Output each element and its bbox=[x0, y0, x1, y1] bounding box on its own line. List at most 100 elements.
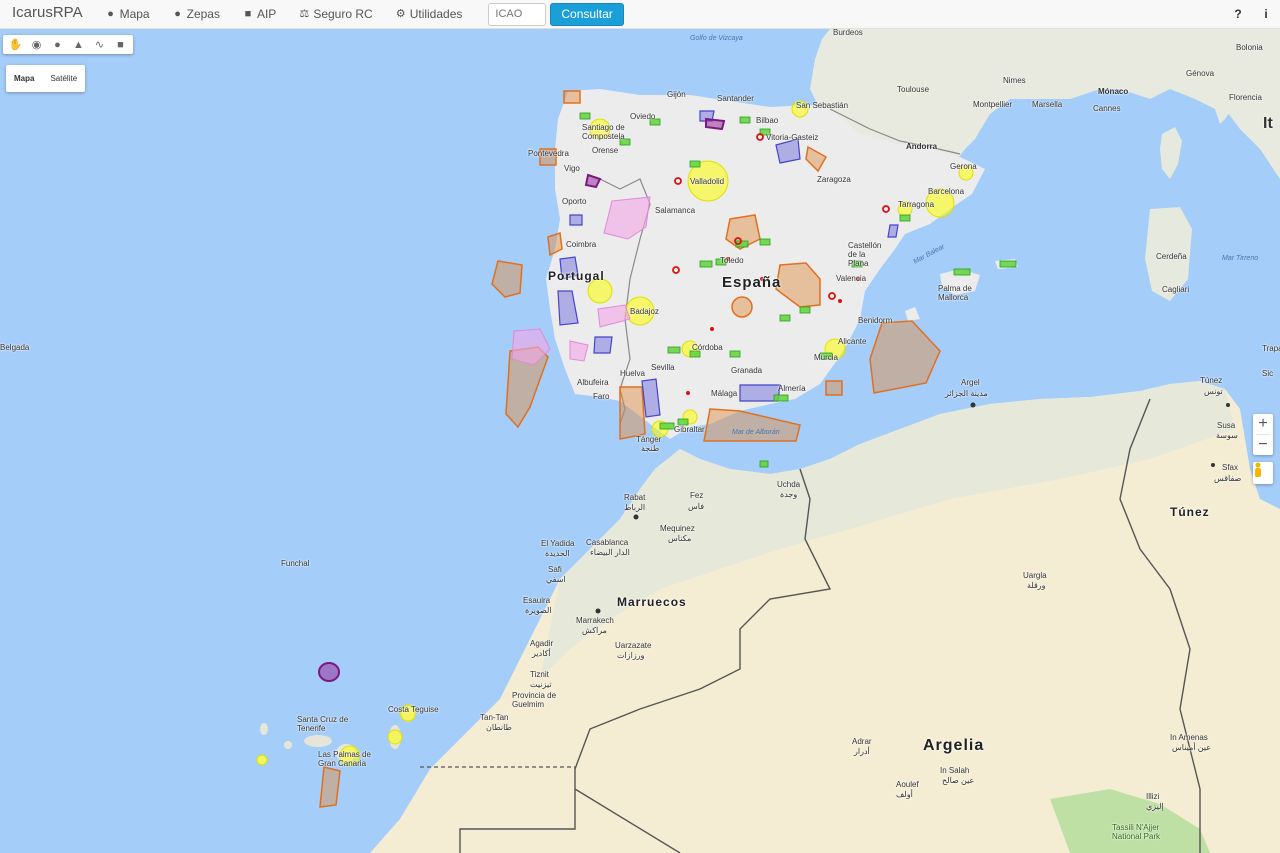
label-agadir: Agadir bbox=[530, 639, 554, 648]
label-santa-cruz: Santa Cruz de Tenerife bbox=[297, 715, 349, 733]
label-montpellier: Montpellier bbox=[973, 100, 1013, 109]
map-marker-icon: ● bbox=[174, 8, 181, 20]
label-aoulef-ar: أولف bbox=[896, 790, 913, 799]
label-cerdena: Cerdeña bbox=[1156, 252, 1187, 261]
nav-zepas[interactable]: ● Zepas bbox=[172, 7, 220, 21]
zoom-control: + − bbox=[1253, 414, 1273, 455]
label-gijon: Gijón bbox=[667, 90, 686, 99]
land-tenerife bbox=[304, 735, 332, 747]
consultar-button[interactable]: Consultar bbox=[550, 2, 624, 26]
label-aoulef: Aoulef bbox=[896, 780, 919, 789]
label-rabat-ar: الرباط bbox=[624, 503, 646, 512]
marker-icon[interactable]: ◉ bbox=[26, 36, 47, 53]
label-belgada: Belgada bbox=[0, 343, 30, 352]
label-casablanca-ar: الدار البيضاء bbox=[590, 548, 630, 557]
label-tunez: Túnez bbox=[1170, 505, 1210, 519]
label-argel: Argel bbox=[961, 378, 980, 387]
brand-logo[interactable]: IcarusRPA bbox=[12, 4, 83, 21]
label-las-palmas: Las Palmas de Gran Canaria bbox=[318, 750, 371, 768]
label-costa-teguise: Costa Teguise bbox=[388, 705, 439, 714]
label-palma: Palma de Mallorca bbox=[938, 284, 972, 302]
label-badajoz: Badajoz bbox=[630, 307, 659, 316]
label-marrakech-ar: مراكش bbox=[582, 626, 607, 635]
label-fez: Fez bbox=[690, 491, 704, 500]
polygon-icon[interactable]: ▲ bbox=[68, 36, 89, 53]
land-ibiza bbox=[905, 307, 920, 321]
label-uarzazate: Uarzazate bbox=[615, 641, 652, 650]
zoom-in-button[interactable]: + bbox=[1253, 414, 1273, 434]
label-adrar-ar: أدرار bbox=[854, 747, 870, 756]
label-barcelona: Barcelona bbox=[928, 187, 965, 196]
map-type-satellite[interactable]: Satélite bbox=[42, 74, 85, 83]
label-tiznit: Tiznit bbox=[530, 670, 549, 679]
info-button[interactable]: i bbox=[1252, 7, 1280, 21]
nav-seguro-rc[interactable]: ⚖ Seguro RC bbox=[298, 7, 372, 21]
label-portugal: Portugal bbox=[548, 269, 605, 283]
label-el-yadida: El Yadida bbox=[541, 539, 575, 548]
nav-utilidades[interactable]: ⚙ Utilidades bbox=[395, 7, 463, 21]
map-canvas[interactable]: ✋ ◉ ● ▲ ∿ ■ Mapa Satélite + − España Por… bbox=[0, 29, 1280, 853]
label-in-salah-ar: عين صالح bbox=[942, 776, 975, 785]
label-sicilia: Sic bbox=[1262, 369, 1274, 378]
label-in-salah: In Salah bbox=[940, 766, 970, 775]
label-florencia: Florencia bbox=[1229, 93, 1262, 102]
label-mequinez: Mequinez bbox=[660, 524, 695, 533]
label-susa: Susa bbox=[1217, 421, 1236, 430]
land-la-palma bbox=[260, 723, 268, 735]
label-susa-ar: سوسة bbox=[1216, 431, 1238, 440]
label-in-amenas: In Amenas bbox=[1170, 733, 1208, 742]
label-nimes: Nimes bbox=[1003, 76, 1026, 85]
label-tan-tan: Tan-Tan bbox=[480, 713, 509, 722]
label-toulouse: Toulouse bbox=[897, 85, 930, 94]
label-marruecos: Marruecos bbox=[617, 595, 687, 609]
map-type-mapa[interactable]: Mapa bbox=[6, 74, 42, 83]
label-benidorm: Benidorm bbox=[858, 316, 893, 325]
label-argel-ar: مدينة الجزائر bbox=[945, 389, 988, 398]
land-la-gomera bbox=[284, 741, 292, 749]
label-malaga: Málaga bbox=[711, 389, 738, 398]
zoom-out-button[interactable]: − bbox=[1253, 435, 1273, 455]
label-uarzazate-ar: ورزازات bbox=[617, 651, 645, 660]
label-almeria: Almería bbox=[778, 384, 806, 393]
hand-icon[interactable]: ✋ bbox=[5, 36, 26, 53]
help-button[interactable]: ? bbox=[1224, 7, 1252, 21]
label-castellon: Castellón de la Plana bbox=[848, 241, 882, 268]
street-view-pegman[interactable] bbox=[1253, 462, 1273, 484]
drawing-toolbar: ✋ ◉ ● ▲ ∿ ■ bbox=[3, 35, 133, 54]
label-gerona: Gerona bbox=[950, 162, 977, 171]
label-genova: Génova bbox=[1186, 69, 1215, 78]
label-orense: Orense bbox=[592, 146, 619, 155]
label-toledo: Toledo bbox=[720, 256, 744, 265]
top-navbar: IcarusRPA ● Mapa ● Zepas ■ AIP ⚖ Seguro RC ⚙… bbox=[0, 0, 1280, 29]
label-gibraltar: Gibraltar bbox=[674, 425, 705, 434]
label-funchal: Funchal bbox=[281, 559, 310, 568]
rectangle-icon[interactable]: ■ bbox=[110, 36, 131, 53]
nav-aip[interactable]: ■ AIP bbox=[242, 7, 277, 21]
label-in-amenas-ar: عين أميناس bbox=[1172, 743, 1212, 752]
label-illizi: Illizi bbox=[1146, 792, 1160, 801]
label-esauira-ar: الصويرة bbox=[525, 606, 552, 615]
label-uchda-ar: وجدة bbox=[780, 490, 798, 499]
label-burdeos: Burdeos bbox=[833, 29, 863, 37]
land-corsica bbox=[1160, 127, 1182, 179]
label-uargla-ar: ورقلة bbox=[1027, 581, 1046, 590]
label-huelva: Huelva bbox=[620, 369, 645, 378]
label-salamanca: Salamanca bbox=[655, 206, 696, 215]
polyline-icon[interactable]: ∿ bbox=[89, 36, 110, 53]
label-agadir-ar: أكادير bbox=[532, 649, 551, 658]
icao-input[interactable] bbox=[488, 2, 547, 26]
label-uchda: Uchda bbox=[777, 480, 801, 489]
label-fez-ar: فاس bbox=[688, 502, 705, 511]
label-vigo: Vigo bbox=[564, 164, 580, 173]
label-safi-ar: اسفي bbox=[546, 575, 566, 584]
label-murcia: Murcia bbox=[814, 353, 839, 362]
label-casablanca: Casablanca bbox=[586, 538, 629, 547]
label-oviedo: Oviedo bbox=[630, 112, 656, 121]
label-granada: Granada bbox=[731, 366, 763, 375]
nav-mapa[interactable]: ● Mapa bbox=[105, 7, 149, 21]
pegman-icon bbox=[1255, 462, 1261, 477]
circle-icon[interactable]: ● bbox=[47, 36, 68, 53]
label-vitoria: Vitoria-Gasteiz bbox=[766, 133, 819, 142]
nav-right: ? i bbox=[1224, 7, 1280, 21]
label-faro: Faro bbox=[593, 392, 610, 401]
